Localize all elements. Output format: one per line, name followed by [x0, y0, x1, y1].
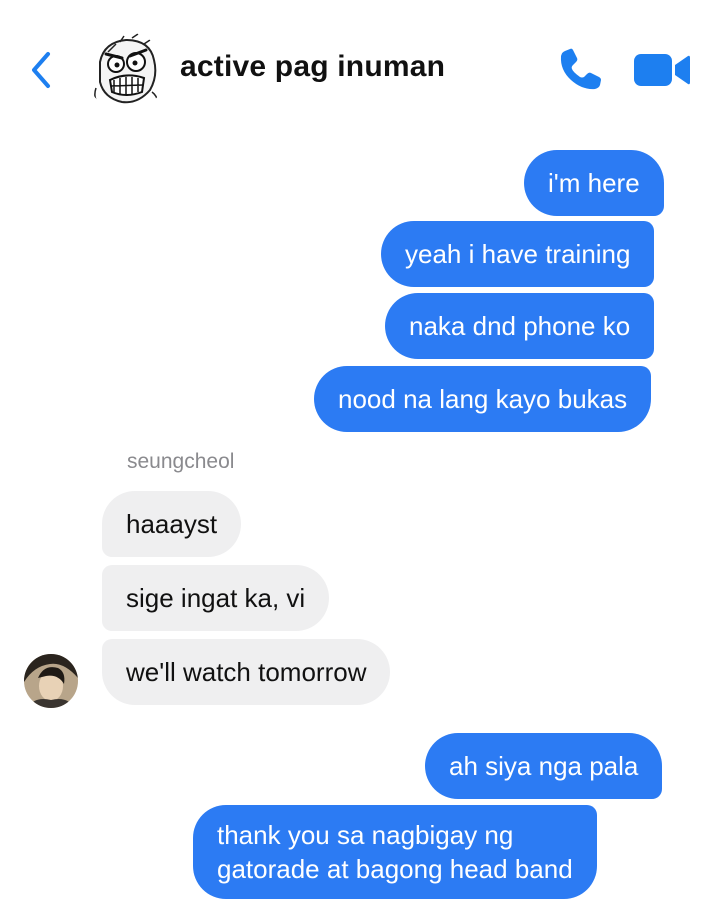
message-bubble-incoming[interactable]: sige ingat ka, vi	[102, 565, 330, 631]
message-text: sige ingat ka, vi	[126, 583, 306, 613]
message-bubble-outgoing[interactable]: naka dnd phone ko	[385, 293, 655, 359]
video-call-button[interactable]	[632, 50, 692, 90]
message-text-line: gatorade at bagong head band	[217, 854, 573, 884]
video-camera-icon	[634, 54, 690, 86]
phone-icon	[560, 48, 601, 90]
group-avatar[interactable]	[86, 32, 166, 112]
chat-title[interactable]: active pag inuman	[180, 50, 445, 84]
message-bubble-outgoing[interactable]: thank you sa nagbigay ng gatorade at bag…	[193, 805, 597, 899]
chat-screen: active pag inuman i'm here yeah i have t…	[0, 0, 719, 914]
message-bubble-outgoing[interactable]: i'm here	[524, 150, 664, 216]
message-bubble-outgoing[interactable]: nood na lang kayo bukas	[314, 366, 652, 432]
message-text: ah siya nga pala	[449, 751, 639, 781]
message-text: we'll watch tomorrow	[126, 657, 367, 687]
avatar-photo	[24, 654, 78, 708]
message-bubble-outgoing[interactable]: ah siya nga pala	[425, 733, 663, 799]
message-bubble-outgoing[interactable]: yeah i have training	[381, 221, 655, 287]
message-text: yeah i have training	[405, 239, 631, 269]
sender-name: seungcheol	[127, 450, 235, 473]
rage-face-avatar	[87, 33, 165, 111]
message-text-line: thank you sa nagbigay ng	[217, 820, 514, 850]
message-text: naka dnd phone ko	[409, 311, 631, 341]
message-bubble-incoming[interactable]: we'll watch tomorrow	[102, 639, 391, 705]
message-text: haaayst	[126, 509, 218, 539]
message-bubble-incoming[interactable]: haaayst	[102, 491, 242, 557]
call-button[interactable]	[556, 46, 604, 94]
contact-avatar[interactable]	[24, 654, 78, 708]
message-text: i'm here	[548, 168, 640, 198]
chat-header: active pag inuman	[0, 0, 719, 120]
back-button[interactable]	[26, 50, 58, 90]
chevron-left-icon	[32, 52, 50, 88]
message-text: nood na lang kayo bukas	[338, 384, 628, 414]
